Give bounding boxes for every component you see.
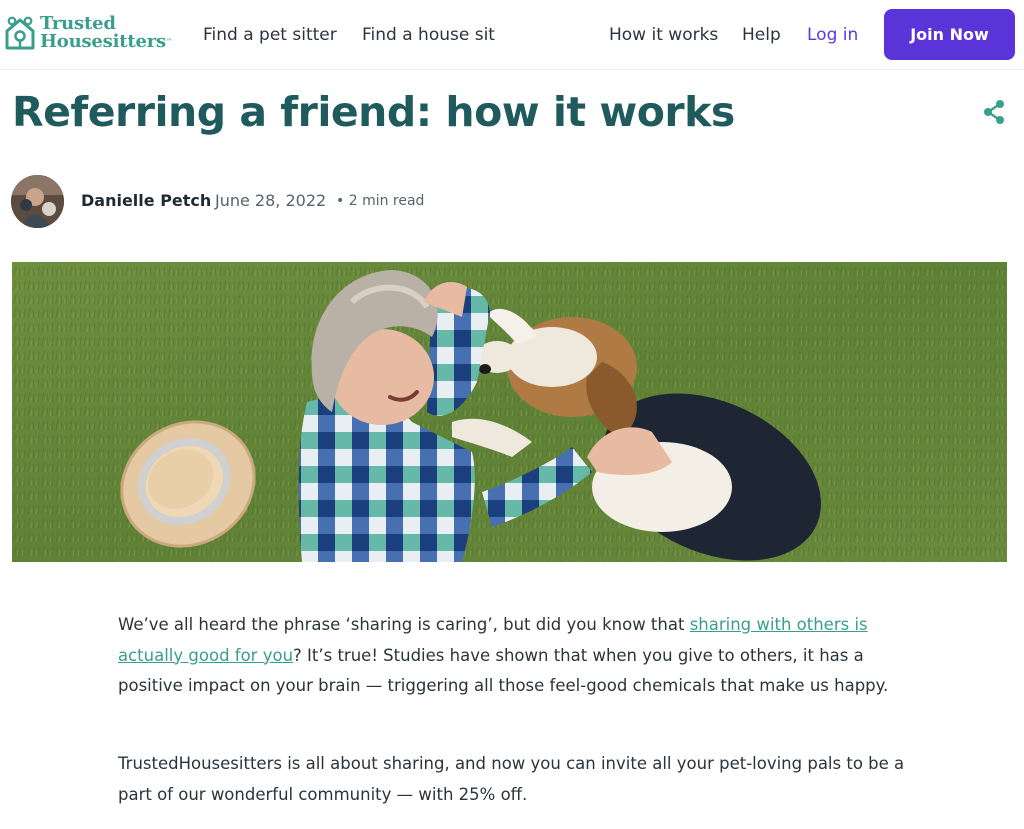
brand-logo[interactable]: Trusted Housesitters™ <box>4 15 172 51</box>
nav-how-it-works[interactable]: How it works <box>609 0 718 70</box>
brand-line-2-text: Housesitters <box>40 31 166 52</box>
share-icon[interactable] <box>980 98 1008 126</box>
read-time: • 2 min read <box>336 193 425 209</box>
nav-find-house-sit[interactable]: Find a house sit <box>362 0 495 70</box>
brand-line-2: Housesitters™ <box>40 33 172 51</box>
author-name[interactable]: Danielle Petch <box>81 191 211 210</box>
author-avatar[interactable] <box>11 175 64 228</box>
article-paragraph-2: TrustedHousesitters is all about sharing… <box>118 754 905 804</box>
post-date: June 28, 2022 <box>215 191 327 210</box>
nav-find-pet-sitter[interactable]: Find a pet sitter <box>203 0 337 70</box>
nav-help[interactable]: Help <box>742 0 781 70</box>
site-header: Trusted Housesitters™ Find a pet sitter … <box>0 0 1024 70</box>
paragraph-1-intro: We’ve all heard the phrase ‘sharing is c… <box>118 615 690 634</box>
hero-image <box>12 262 1007 562</box>
article-paragraph-1: We’ve all heard the phrase ‘sharing is c… <box>118 610 908 702</box>
house-paw-icon <box>5 16 35 50</box>
log-in-link[interactable]: Log in <box>807 0 858 70</box>
trademark: ™ <box>165 38 172 45</box>
article-title: Referring a friend: how it works <box>12 88 735 136</box>
brand-wordmark: Trusted Housesitters™ <box>40 15 172 51</box>
join-now-button[interactable]: Join Now <box>884 9 1015 60</box>
